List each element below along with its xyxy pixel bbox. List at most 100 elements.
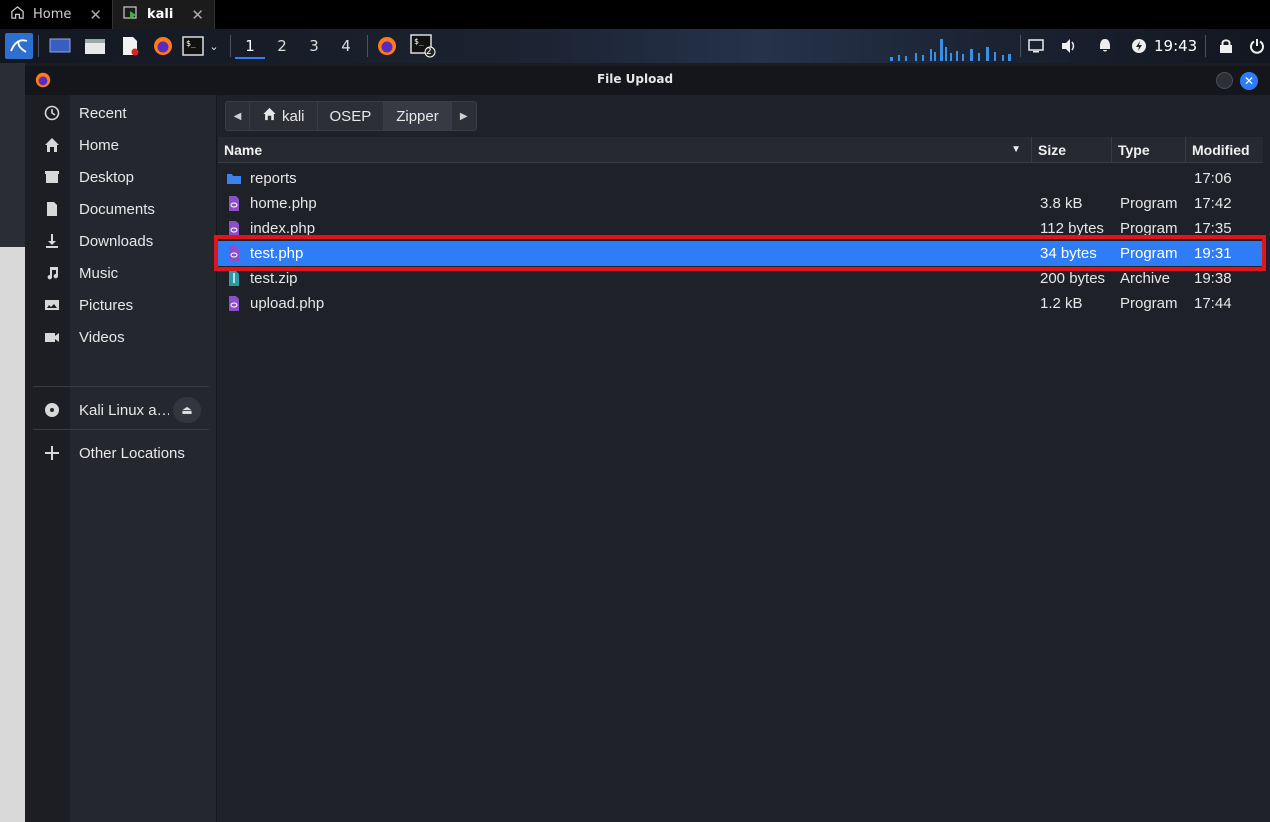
sidebar-item-label: Downloads (79, 232, 154, 250)
firefox-icon[interactable] (150, 33, 176, 59)
minimize-button[interactable] (1216, 72, 1233, 89)
clock[interactable]: 19:43 (1154, 33, 1197, 59)
vm-icon (123, 5, 139, 25)
sidebar-item-label: Home (79, 136, 120, 154)
path-back-button[interactable]: ◀ (226, 102, 250, 130)
document-icon (25, 201, 79, 217)
path-crumb-osep[interactable]: OSEP (317, 102, 385, 130)
file-size: 1.2 kB (1040, 295, 1083, 312)
file-name: home.php (250, 195, 317, 212)
workspace-3[interactable]: 3 (299, 33, 329, 59)
column-name[interactable]: Name ▼ (218, 137, 1032, 163)
volume-icon[interactable] (1058, 33, 1080, 59)
file-type: Program (1120, 195, 1178, 212)
eject-button[interactable]: ⏏ (173, 397, 201, 423)
path-crumb-label: kali (282, 107, 305, 125)
picture-icon (25, 297, 79, 313)
sidebar-item-downloads[interactable]: Downloads (25, 225, 217, 257)
column-size[interactable]: Size (1032, 137, 1112, 163)
file-modified: 17:06 (1194, 170, 1232, 187)
disc-icon (25, 402, 79, 418)
path-crumb-label: OSEP (329, 107, 372, 125)
background-window (0, 63, 25, 822)
home-icon (25, 137, 79, 153)
clock-icon (25, 105, 79, 121)
download-icon (25, 233, 79, 249)
chevron-down-icon[interactable]: ⌄ (206, 33, 222, 59)
column-name-label: Name (224, 142, 263, 158)
home-icon (10, 5, 25, 24)
dialog-titlebar[interactable]: File Upload ✕ (25, 66, 1270, 95)
sidebar-item-label: Videos (79, 328, 125, 346)
sidebar-item-label: Kali Linux a… (79, 401, 169, 419)
sort-descending-icon: ▼ (1011, 144, 1021, 155)
svg-text:$_: $_ (186, 39, 196, 48)
vm-tab-bar: Home ✕ kali ✕ (0, 0, 1270, 29)
terminal-task-icon[interactable]: $_ 2 (408, 33, 438, 59)
close-icon[interactable]: ✕ (191, 6, 204, 24)
column-header: Name ▼ Size Type Modified (218, 137, 1263, 163)
text-editor-icon[interactable] (117, 33, 143, 59)
dialog-title: File Upload (596, 72, 674, 86)
lock-icon[interactable] (1215, 33, 1237, 59)
sidebar-item-label: Pictures (79, 296, 134, 314)
sidebar-item-home[interactable]: Home (25, 129, 217, 161)
column-modified[interactable]: Modified (1186, 137, 1263, 163)
sidebar-item-recent[interactable]: Recent (25, 97, 217, 129)
sidebar-item-pictures[interactable]: Pictures (25, 289, 217, 321)
workspace-1[interactable]: 1 (235, 33, 265, 59)
file-manager-icon[interactable] (82, 33, 108, 59)
workspace-4[interactable]: 4 (331, 33, 361, 59)
vm-tab-label: Home (33, 7, 72, 22)
sidebar-item-desktop[interactable]: Desktop (25, 161, 217, 193)
sidebar-item-label: Desktop (79, 168, 135, 186)
divider (33, 386, 209, 387)
show-desktop-icon[interactable] (47, 33, 73, 59)
file-modified: 17:42 (1194, 195, 1232, 212)
sidebar-item-documents[interactable]: Documents (25, 193, 217, 225)
sidebar-item-label: Recent (79, 104, 127, 122)
file-modified: 17:44 (1194, 295, 1232, 312)
path-crumb-zipper[interactable]: Zipper (384, 102, 452, 130)
close-icon[interactable]: ✕ (89, 6, 102, 24)
video-icon (25, 329, 79, 345)
power-icon[interactable] (1246, 33, 1268, 59)
workspace-2[interactable]: 2 (267, 33, 297, 59)
file-row[interactable]: home.php 3.8 kB Program 17:42 (218, 191, 1263, 216)
divider (33, 429, 209, 430)
terminal-count-badge: 2 (426, 47, 432, 57)
sidebar-item-other-locations[interactable]: Other Locations (25, 437, 217, 469)
path-forward-button[interactable]: ▶ (451, 102, 476, 130)
sidebar-item-music[interactable]: Music (25, 257, 217, 289)
display-icon[interactable] (1025, 33, 1047, 59)
vm-tab-label: kali (146, 7, 174, 22)
firefox-task-icon[interactable] (374, 33, 400, 59)
sidebar-item-label: Documents (79, 200, 155, 218)
file-row[interactable]: upload.php 1.2 kB Program 17:44 (218, 291, 1263, 316)
cpu-graph (890, 39, 1011, 61)
desktop-icon (25, 169, 79, 185)
svg-text:$_: $_ (414, 37, 424, 46)
plus-icon (25, 445, 79, 461)
top-panel: $_ ⌄ 1 2 3 4 $_ 2 19:43 (0, 29, 1270, 63)
music-icon (25, 265, 79, 281)
path-crumb-kali[interactable]: kali (250, 102, 318, 130)
notification-bell-icon[interactable] (1094, 33, 1116, 59)
path-bar: ◀ kali OSEP Zipper ▶ (225, 101, 477, 131)
vm-tab-kali[interactable]: kali ✕ (112, 0, 215, 29)
vm-tab-home[interactable]: Home ✕ (0, 0, 113, 29)
sidebar-item-label: Music (79, 264, 119, 282)
file-row[interactable]: reports 17:06 (218, 166, 1263, 191)
path-crumb-label: Zipper (396, 107, 439, 125)
column-type[interactable]: Type (1112, 137, 1186, 163)
sidebar-item-videos[interactable]: Videos (25, 321, 217, 353)
file-type: Program (1120, 295, 1178, 312)
terminal-icon[interactable]: $_ (181, 33, 205, 59)
file-upload-dialog: File Upload ✕ Recent Home Desktop Docume… (25, 66, 1270, 822)
close-button[interactable]: ✕ (1240, 72, 1258, 90)
power-manager-icon[interactable] (1128, 33, 1150, 59)
kali-menu-icon[interactable] (5, 33, 33, 59)
home-icon (262, 107, 277, 125)
places-sidebar: Recent Home Desktop Documents Downloads … (25, 95, 217, 822)
file-size: 3.8 kB (1040, 195, 1083, 212)
